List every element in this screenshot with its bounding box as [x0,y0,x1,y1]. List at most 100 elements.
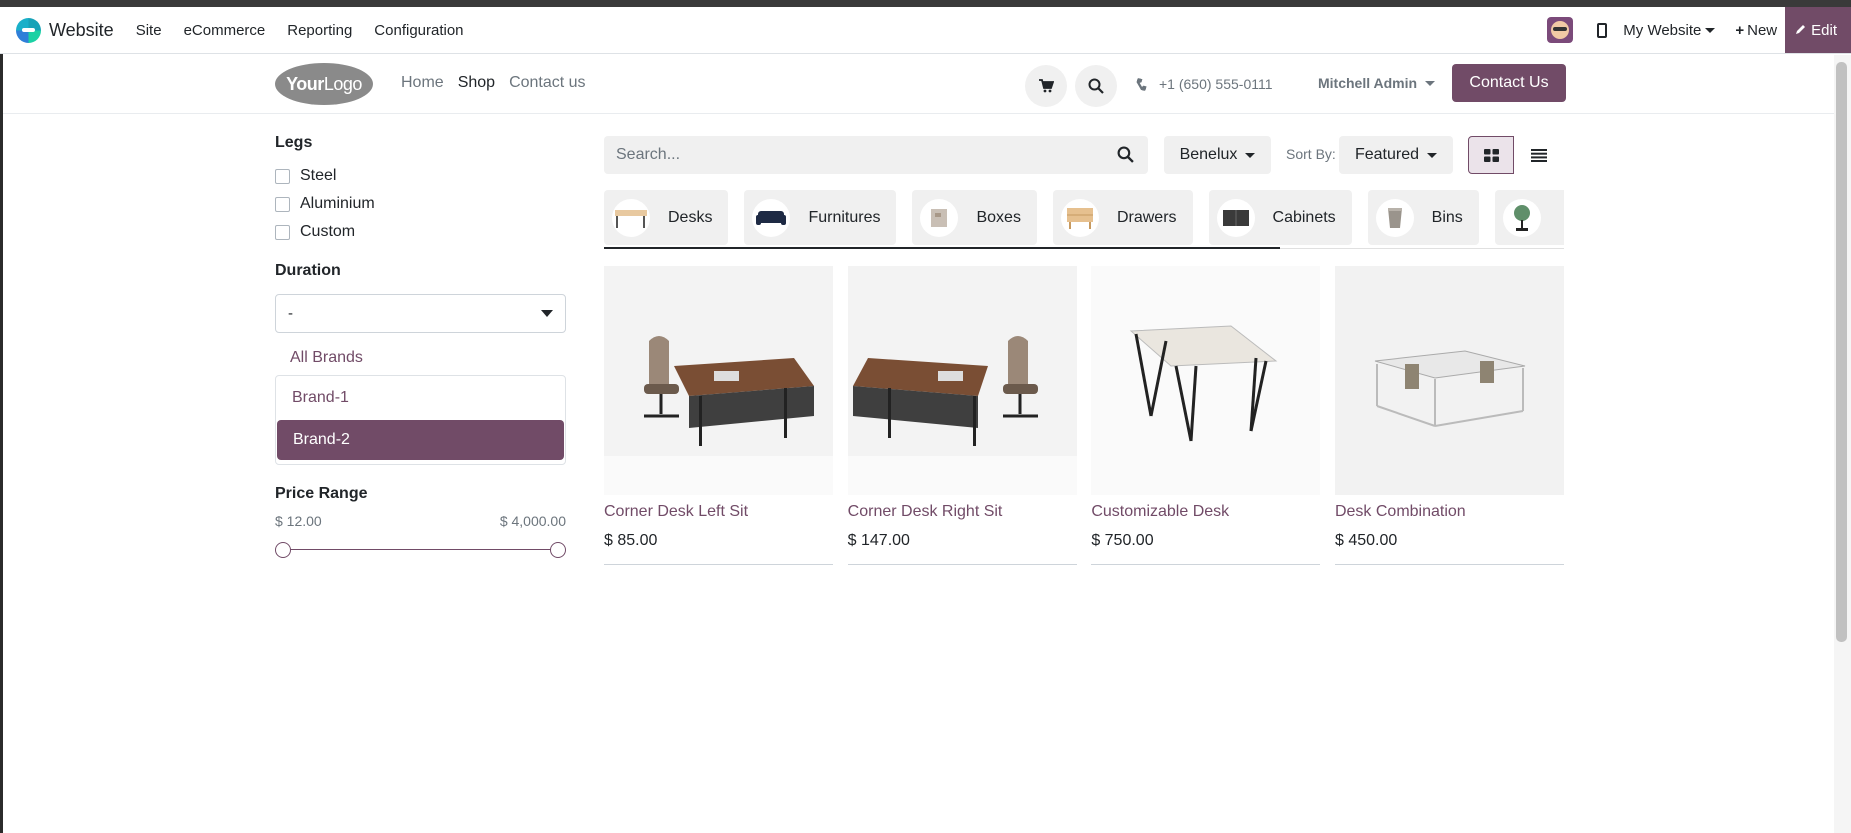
category-cabinets[interactable]: Cabinets [1208,190,1352,245]
avatar-face-icon [1551,21,1570,39]
brand-item-selected[interactable]: Brand-2 [277,420,564,460]
lamp-thumb-icon [1502,198,1541,237]
new-label: New [1747,21,1778,39]
sort-value: Featured [1354,146,1420,163]
product-name[interactable]: Desk Combination [1335,503,1564,523]
header-search-button[interactable] [1075,65,1117,107]
checkbox[interactable] [275,168,290,184]
box-thumb-icon [920,198,959,237]
category-label: Desks [668,208,713,226]
price-min: $ 12.00 [275,513,322,529]
page-scrollbar-thumb[interactable] [1836,62,1847,642]
edit-label: Edit [1811,21,1837,39]
price-range-slider[interactable] [275,535,566,565]
drawer-thumb-icon [1060,198,1099,237]
product-search-input[interactable]: Search... [604,136,1148,174]
cart-button[interactable] [1025,65,1067,107]
site-logo[interactable]: Your Logo [275,63,373,105]
menu-configuration[interactable]: Configuration [374,22,463,39]
duration-select[interactable]: - [275,294,566,333]
contact-us-button[interactable]: Contact Us [1452,64,1566,102]
product-image[interactable] [847,266,1077,495]
search-icon[interactable] [1117,146,1134,163]
nav-shop[interactable]: Shop [458,74,495,92]
phone-link[interactable]: +1 (650) 555-0111 [1136,76,1273,92]
slider-min-handle[interactable] [275,542,291,558]
product-price: $ 450.00 [1334,532,1398,549]
category-lamps[interactable] [1494,190,1564,245]
product-price: $ 85.00 [604,532,658,549]
category-scroll-thumb[interactable] [604,247,1280,249]
category-furnitures[interactable]: Furnitures [744,190,897,245]
chevron-down-icon [1705,27,1716,33]
category-drawers[interactable]: Drawers [1052,190,1193,245]
plus-icon: + [1735,21,1745,39]
nav-contact-us[interactable]: Contact us [509,74,585,92]
product-grid: Corner Desk Left Sit $ 85.00 Corner Desk… [604,266,1564,565]
sort-dropdown[interactable]: Featured [1339,136,1453,174]
new-button[interactable]: + New [1735,22,1777,39]
list-view-button[interactable] [1514,136,1564,174]
category-label: Cabinets [1272,208,1336,226]
filter-label: Steel [300,167,337,184]
category-bins[interactable]: Bins [1367,190,1479,245]
filter-legs-custom[interactable]: Custom [275,218,566,246]
cabinet-thumb-icon [1216,198,1255,237]
product-card[interactable]: Corner Desk Left Sit $ 85.00 [604,266,833,565]
product-card[interactable]: Desk Combination $ 450.00 [1334,266,1564,565]
product-name[interactable]: Customizable Desk [1091,503,1320,523]
divider [1334,564,1564,565]
grid-view-button[interactable] [1468,136,1514,174]
product-name[interactable]: Corner Desk Right Sit [848,503,1077,523]
brands-filter: All Brands Brand-1 Brand-2 [275,343,566,465]
product-image[interactable] [1334,266,1564,495]
mobile-preview-icon[interactable] [1597,22,1608,38]
category-label: Boxes [976,208,1021,226]
edit-button[interactable]: Edit [1785,7,1851,53]
all-brands-link[interactable]: All Brands [275,343,566,373]
menu-site[interactable]: Site [136,22,162,39]
menu-ecommerce[interactable]: eCommerce [184,22,266,39]
phone-number: +1 (650) 555-0111 [1159,76,1273,92]
checkbox[interactable] [275,196,290,212]
website-switcher[interactable]: My Website [1623,21,1716,39]
menu-reporting[interactable]: Reporting [287,22,352,39]
logo-text-bold: Your [286,73,324,94]
product-image[interactable] [1091,266,1321,495]
user-avatar[interactable] [1547,17,1574,43]
user-menu[interactable]: Mitchell Admin [1318,75,1436,91]
sort-by-label: Sort By: [1286,146,1336,162]
checkbox[interactable] [275,224,290,240]
product-card[interactable]: Corner Desk Right Sit $ 147.00 [847,266,1077,565]
grid-icon [1483,148,1499,162]
product-card[interactable]: Customizable Desk $ 750.00 [1091,266,1321,565]
price-range-labels: $ 12.00 $ 4,000.00 [275,513,566,529]
brand-item[interactable]: Brand-1 [276,376,565,420]
website-switcher-label: My Website [1623,21,1702,39]
admin-menu: Site eCommerce Reporting Configuration [124,22,474,39]
category-desks[interactable]: Desks [604,190,729,245]
category-scroll-indicator [604,247,1564,249]
product-name[interactable]: Corner Desk Left Sit [604,503,833,523]
desk-thumb-icon [612,198,650,237]
list-icon [1531,148,1547,162]
product-image[interactable] [604,266,833,495]
filters-sidebar: Legs Steel Aluminium Custom Duration - A… [275,134,566,565]
sofa-thumb-icon [752,198,791,237]
product-price: $ 147.00 [847,532,910,549]
nav-home[interactable]: Home [401,74,444,92]
brands-list: Brand-1 Brand-2 [275,375,566,465]
category-boxes[interactable]: Boxes [912,190,1037,245]
admin-right-tools: My Website + New Edit [1547,7,1851,53]
app-brand[interactable]: Website [16,17,114,43]
bin-thumb-icon [1375,198,1414,237]
divider [1091,564,1321,565]
filter-legs-aluminium[interactable]: Aluminium [275,190,566,218]
filter-legs-steel[interactable]: Steel [275,162,566,190]
product-price: $ 750.00 [1091,532,1154,549]
slider-max-handle[interactable] [550,542,566,558]
filter-label: Aluminium [300,195,375,212]
chevron-down-icon [541,310,553,317]
price-range-title: Price Range [275,485,368,502]
pricelist-dropdown[interactable]: Benelux [1164,136,1271,174]
